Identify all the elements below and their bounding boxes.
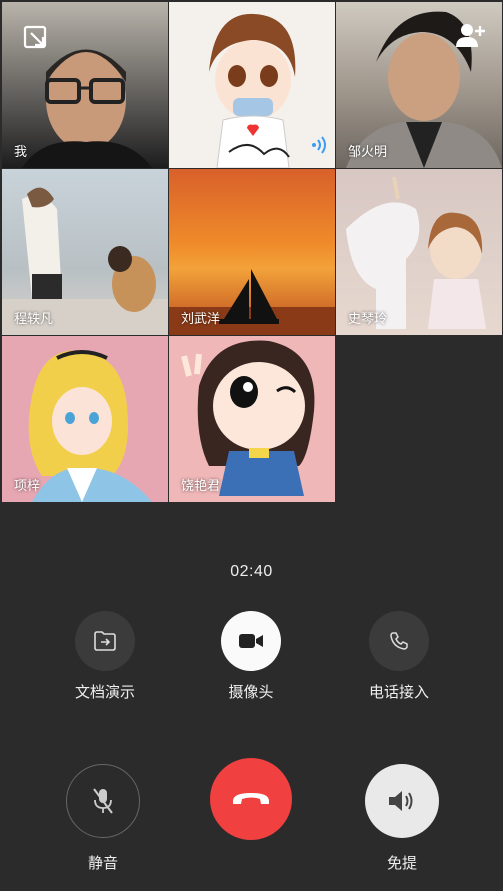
- hangup-button[interactable]: [210, 758, 292, 840]
- add-user-icon[interactable]: [456, 22, 486, 53]
- speaking-icon: [309, 135, 329, 160]
- phone-dial-in-button[interactable]: 电话接入: [360, 611, 438, 702]
- participant-name: 刘武洋: [181, 311, 221, 326]
- participant-tile[interactable]: [169, 2, 335, 168]
- participant-name: 我: [14, 144, 28, 159]
- participant-tile[interactable]: 程轶凡: [2, 169, 168, 335]
- participant-tile[interactable]: 史琴玲: [336, 169, 502, 335]
- doc-share-label: 文档演示: [74, 684, 135, 701]
- participant-name: 史琴玲: [348, 311, 388, 326]
- mic-off-icon: [66, 764, 140, 838]
- doc-share-button[interactable]: 文档演示: [66, 611, 144, 702]
- participant-name: 程轶凡: [14, 311, 54, 326]
- mute-button[interactable]: 静音: [64, 764, 142, 873]
- hangup-icon: [210, 758, 292, 840]
- minimize-icon[interactable]: [22, 24, 50, 57]
- mute-label: 静音: [87, 855, 118, 872]
- speaker-button[interactable]: 免提: [363, 764, 441, 873]
- camera-icon: [221, 611, 281, 671]
- participant-name: 邹火明: [348, 144, 388, 159]
- call-duration: 02:40: [230, 563, 273, 580]
- participant-tile[interactable]: 饶艳君: [169, 336, 335, 502]
- participant-tile-me[interactable]: 我: [2, 2, 168, 168]
- speaker-icon: [365, 764, 439, 838]
- phone-icon: [369, 611, 429, 671]
- file-share-icon: [75, 611, 135, 671]
- participant-grid: 我 邹火明 程轶凡 刘武洋 史琴玲 项梓 饶艳君: [0, 0, 503, 502]
- participant-name: 饶艳君: [181, 478, 221, 493]
- participant-tile[interactable]: 项梓: [2, 336, 168, 502]
- participant-tile[interactable]: 邹火明: [336, 2, 502, 168]
- participant-name: 项梓: [14, 478, 41, 493]
- camera-button[interactable]: 摄像头: [212, 611, 290, 702]
- phone-dial-in-label: 电话接入: [368, 684, 429, 701]
- speaker-label: 免提: [386, 855, 417, 872]
- participant-tile[interactable]: 刘武洋: [169, 169, 335, 335]
- camera-label: 摄像头: [228, 684, 274, 701]
